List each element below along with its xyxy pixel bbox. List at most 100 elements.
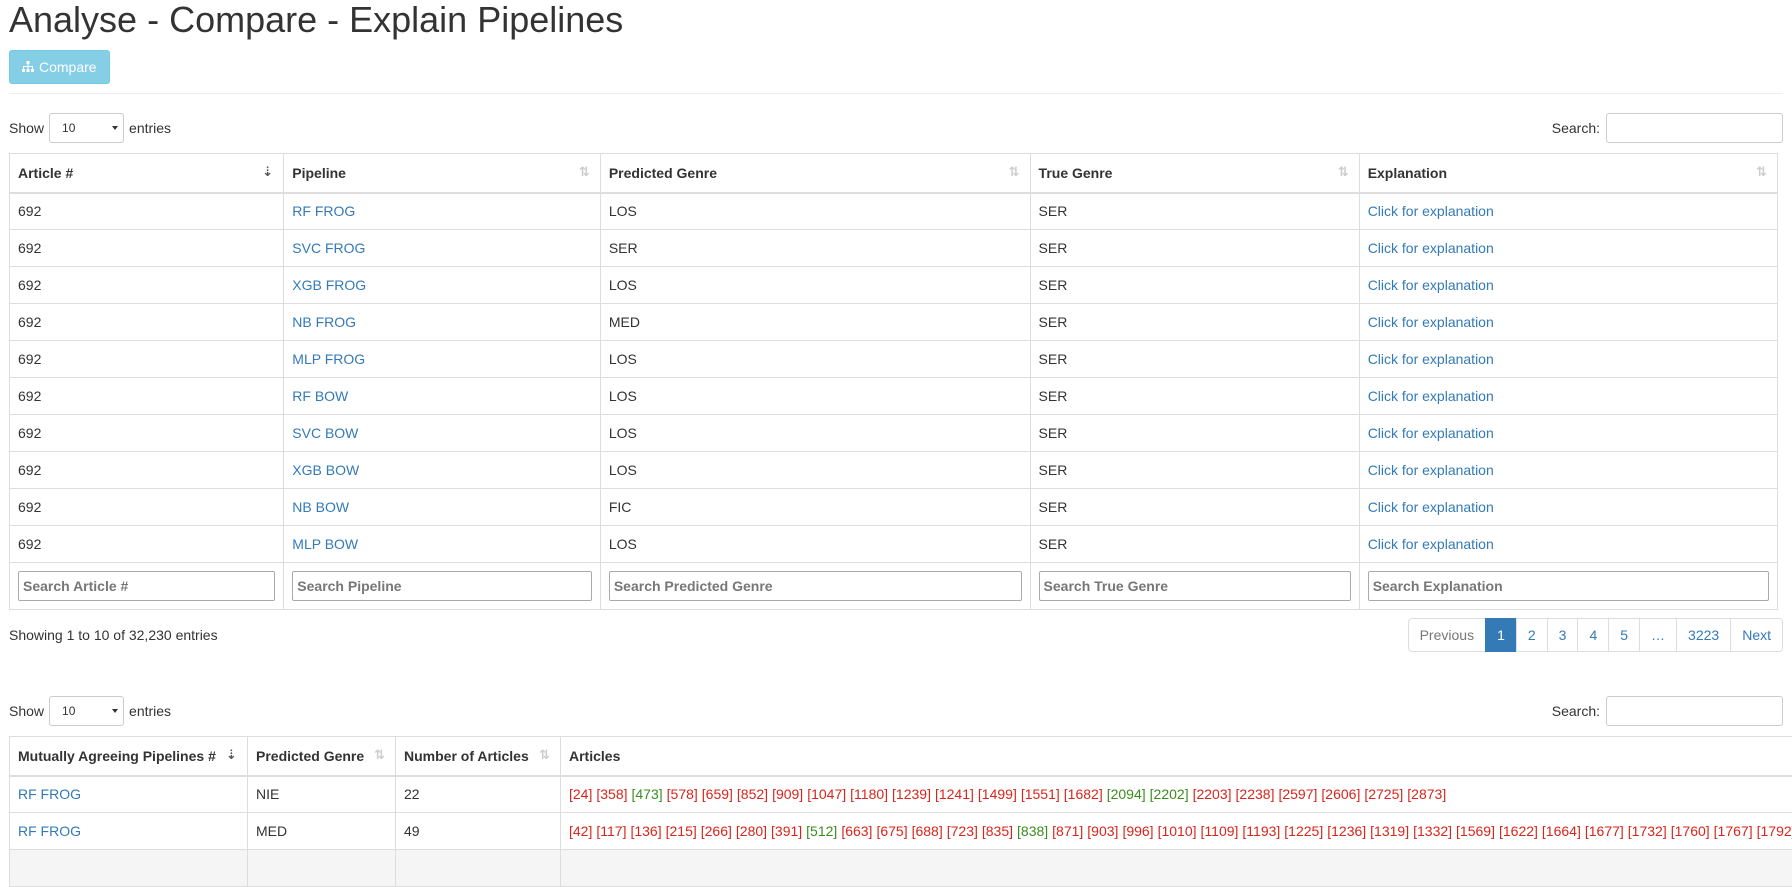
- search-predicted-genre-input[interactable]: Search Predicted Genre: [609, 571, 1022, 601]
- article-ref[interactable]: [578]: [667, 786, 698, 802]
- article-ref[interactable]: [2202]: [1150, 786, 1189, 802]
- article-ref[interactable]: [835]: [982, 823, 1013, 839]
- explanation-link[interactable]: Click for explanation: [1368, 277, 1494, 293]
- pagination-next[interactable]: Next: [1730, 618, 1783, 652]
- explanation-link[interactable]: Click for explanation: [1368, 425, 1494, 441]
- col-header-predicted-genre[interactable]: Predicted Genre⇅: [600, 154, 1030, 193]
- article-ref[interactable]: [1767]: [1714, 823, 1753, 839]
- article-ref[interactable]: [2238]: [1236, 786, 1275, 802]
- article-ref[interactable]: [42]: [569, 823, 592, 839]
- explanation-link[interactable]: Click for explanation: [1368, 499, 1494, 515]
- article-ref[interactable]: [358]: [596, 786, 627, 802]
- article-ref[interactable]: [1193]: [1242, 823, 1280, 839]
- article-ref[interactable]: [1622]: [1499, 823, 1538, 839]
- article-ref[interactable]: [659]: [702, 786, 733, 802]
- article-ref[interactable]: [2203]: [1193, 786, 1232, 802]
- article-ref[interactable]: [2606]: [1321, 786, 1360, 802]
- article-ref[interactable]: [1732]: [1628, 823, 1667, 839]
- pipeline-link[interactable]: NB BOW: [292, 499, 349, 515]
- article-ref[interactable]: [688]: [912, 823, 943, 839]
- article-ref[interactable]: [1241]: [935, 786, 974, 802]
- pipeline-link[interactable]: RF FROG: [292, 203, 355, 219]
- pagination-page[interactable]: 2: [1516, 618, 1548, 652]
- explanation-link[interactable]: Click for explanation: [1368, 240, 1494, 256]
- table2-search-input[interactable]: [1606, 696, 1783, 726]
- search-article-input[interactable]: Search Article #: [18, 571, 275, 601]
- pagination-page[interactable]: 1: [1485, 618, 1517, 652]
- article-ref[interactable]: [675]: [876, 823, 907, 839]
- pipeline-link[interactable]: SVC FROG: [292, 240, 365, 256]
- article-ref[interactable]: [838]: [1017, 823, 1048, 839]
- article-ref[interactable]: [1682]: [1064, 786, 1103, 802]
- article-ref[interactable]: [512]: [806, 823, 837, 839]
- article-ref[interactable]: [1225]: [1284, 823, 1323, 839]
- col-header-pipeline[interactable]: Pipeline⇅: [284, 154, 601, 193]
- article-ref[interactable]: [903]: [1087, 823, 1118, 839]
- article-ref[interactable]: [852]: [737, 786, 768, 802]
- article-ref[interactable]: [1499]: [978, 786, 1017, 802]
- article-ref[interactable]: [1760]: [1671, 823, 1710, 839]
- article-ref[interactable]: [1677]: [1585, 823, 1624, 839]
- article-ref[interactable]: [215]: [666, 823, 697, 839]
- pipeline-link[interactable]: RF FROG: [18, 786, 81, 802]
- col-header-predicted-genre[interactable]: Predicted Genre⇅: [248, 737, 396, 776]
- pagination-previous[interactable]: Previous: [1408, 618, 1486, 652]
- article-ref[interactable]: [1180]: [850, 786, 888, 802]
- table2-length-select[interactable]: 10: [49, 696, 124, 726]
- pipeline-link[interactable]: NB FROG: [292, 314, 356, 330]
- article-ref[interactable]: [2873]: [1407, 786, 1446, 802]
- search-true-genre-input[interactable]: Search True Genre: [1039, 571, 1351, 601]
- article-ref[interactable]: [1047]: [807, 786, 846, 802]
- article-ref[interactable]: [117]: [596, 823, 626, 839]
- article-ref[interactable]: [1319]: [1370, 823, 1409, 839]
- article-ref[interactable]: [2725]: [1364, 786, 1403, 802]
- article-ref[interactable]: [473]: [632, 786, 663, 802]
- col-header-true-genre[interactable]: True Genre⇅: [1030, 154, 1359, 193]
- explanation-link[interactable]: Click for explanation: [1368, 462, 1494, 478]
- article-ref[interactable]: [1569]: [1456, 823, 1495, 839]
- pipeline-link[interactable]: XGB FROG: [292, 277, 366, 293]
- pagination-page[interactable]: 3: [1547, 618, 1579, 652]
- explanation-link[interactable]: Click for explanation: [1368, 351, 1494, 367]
- article-ref[interactable]: [1664]: [1542, 823, 1581, 839]
- article-ref[interactable]: [136]: [630, 823, 661, 839]
- col-header-article[interactable]: Article #⇣: [10, 154, 284, 193]
- pipeline-link[interactable]: RF FROG: [18, 823, 81, 839]
- article-ref[interactable]: [871]: [1052, 823, 1083, 839]
- article-ref[interactable]: [1332]: [1413, 823, 1452, 839]
- col-header-agreeing-pipelines[interactable]: Mutually Agreeing Pipelines #⇣: [10, 737, 248, 776]
- article-ref[interactable]: [996]: [1122, 823, 1153, 839]
- pipeline-link[interactable]: SVC BOW: [292, 425, 358, 441]
- article-ref[interactable]: [663]: [841, 823, 872, 839]
- article-ref[interactable]: [24]: [569, 786, 592, 802]
- table1-length-select[interactable]: 10: [49, 113, 124, 143]
- compare-button[interactable]: Compare: [9, 50, 110, 84]
- article-ref[interactable]: [266]: [701, 823, 732, 839]
- article-ref[interactable]: [723]: [947, 823, 978, 839]
- article-ref[interactable]: [1010]: [1158, 823, 1197, 839]
- explanation-link[interactable]: Click for explanation: [1368, 536, 1494, 552]
- explanation-link[interactable]: Click for explanation: [1368, 314, 1494, 330]
- article-ref[interactable]: [2094]: [1107, 786, 1146, 802]
- article-ref[interactable]: [1551]: [1021, 786, 1060, 802]
- article-ref[interactable]: [280]: [736, 823, 767, 839]
- article-ref[interactable]: [909]: [772, 786, 803, 802]
- pipeline-link[interactable]: MLP BOW: [292, 536, 358, 552]
- article-ref[interactable]: [1236]: [1327, 823, 1366, 839]
- article-ref[interactable]: [391]: [771, 823, 802, 839]
- pipeline-link[interactable]: XGB BOW: [292, 462, 359, 478]
- explanation-link[interactable]: Click for explanation: [1368, 203, 1494, 219]
- col-header-explanation[interactable]: Explanation⇅: [1359, 154, 1777, 193]
- explanation-link[interactable]: Click for explanation: [1368, 388, 1494, 404]
- article-ref[interactable]: [1792]: [1757, 823, 1792, 839]
- search-pipeline-input[interactable]: Search Pipeline: [292, 571, 592, 601]
- article-ref[interactable]: [2597]: [1278, 786, 1317, 802]
- article-ref[interactable]: [1109]: [1201, 823, 1239, 839]
- search-explanation-input[interactable]: Search Explanation: [1368, 571, 1769, 601]
- pagination-page[interactable]: 5: [1608, 618, 1640, 652]
- pipeline-link[interactable]: MLP FROG: [292, 351, 365, 367]
- table1-search-input[interactable]: [1606, 113, 1783, 143]
- article-ref[interactable]: [1239]: [892, 786, 931, 802]
- pipeline-link[interactable]: RF BOW: [292, 388, 348, 404]
- col-header-number-of-articles[interactable]: Number of Articles⇅: [396, 737, 561, 776]
